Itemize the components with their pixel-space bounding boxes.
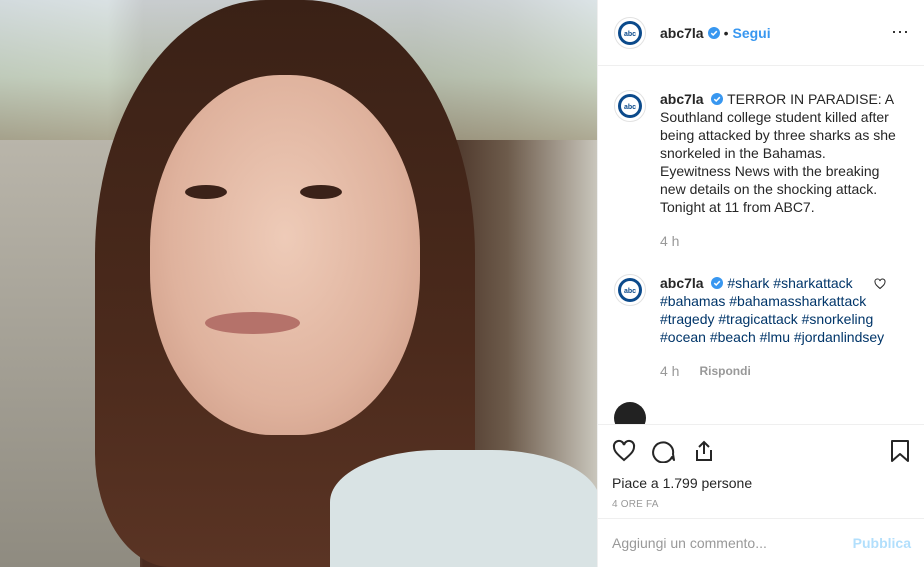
share-icon[interactable]: [692, 439, 716, 463]
account-username[interactable]: abc7la: [660, 25, 704, 41]
more-options-icon[interactable]: ⋯: [891, 22, 910, 43]
avatar[interactable]: [614, 402, 646, 424]
hashtag-comment: abc abc7la #shark #sharkattack #bahamas …: [614, 274, 908, 380]
verified-badge-icon: [711, 277, 724, 289]
post-sidebar: abc abc7la • Segui ⋯ abc abc7la TERROR I…: [597, 0, 924, 567]
comment-username[interactable]: abc7la: [660, 275, 704, 291]
svg-text:abc: abc: [624, 288, 636, 295]
post-actions: Piace a 1.799 persone 4 ORE FA: [598, 424, 924, 510]
post-timestamp[interactable]: 4 ORE FA: [612, 499, 911, 510]
comment-text: TERROR IN PARADISE: A Southland college …: [660, 91, 896, 215]
comment-bubble-icon[interactable]: [652, 439, 676, 463]
svg-text:abc: abc: [624, 31, 636, 38]
separator-dot: •: [723, 24, 729, 41]
verified-badge-icon: [707, 26, 720, 39]
avatar[interactable]: abc: [614, 274, 646, 306]
comment-time[interactable]: 4 h: [660, 232, 679, 250]
add-comment-bar: Aggiungi un commento... Pubblica: [598, 518, 924, 567]
reply-button[interactable]: Rispondi: [699, 362, 750, 380]
avatar[interactable]: abc: [614, 16, 646, 49]
abc7-logo-icon: abc: [618, 94, 642, 118]
abc7-logo-icon: abc: [618, 20, 642, 45]
follow-button[interactable]: Segui: [733, 25, 771, 41]
svg-text:abc: abc: [624, 104, 636, 111]
avatar[interactable]: abc: [614, 90, 646, 122]
next-comment-partial: [614, 402, 908, 424]
comment-input[interactable]: Aggiungi un commento...: [612, 535, 853, 551]
like-heart-icon[interactable]: [612, 439, 636, 463]
likes-count[interactable]: Piace a 1.799 persone: [612, 475, 911, 491]
comment-username[interactable]: abc7la: [660, 91, 704, 107]
post-header: abc abc7la • Segui ⋯: [598, 0, 924, 66]
comment-time[interactable]: 4 h: [660, 362, 679, 380]
verified-badge-icon: [711, 93, 724, 105]
post-photo[interactable]: [0, 0, 597, 567]
like-comment-heart-icon[interactable]: [874, 278, 886, 290]
bookmark-icon[interactable]: [889, 439, 911, 463]
instagram-post-modal: abc abc7la • Segui ⋯ abc abc7la TERROR I…: [0, 0, 924, 567]
publish-button[interactable]: Pubblica: [853, 535, 911, 551]
comments-list[interactable]: abc abc7la TERROR IN PARADISE: A Southla…: [598, 66, 924, 424]
caption-comment: abc abc7la TERROR IN PARADISE: A Southla…: [614, 90, 908, 250]
abc7-logo-icon: abc: [618, 278, 642, 302]
